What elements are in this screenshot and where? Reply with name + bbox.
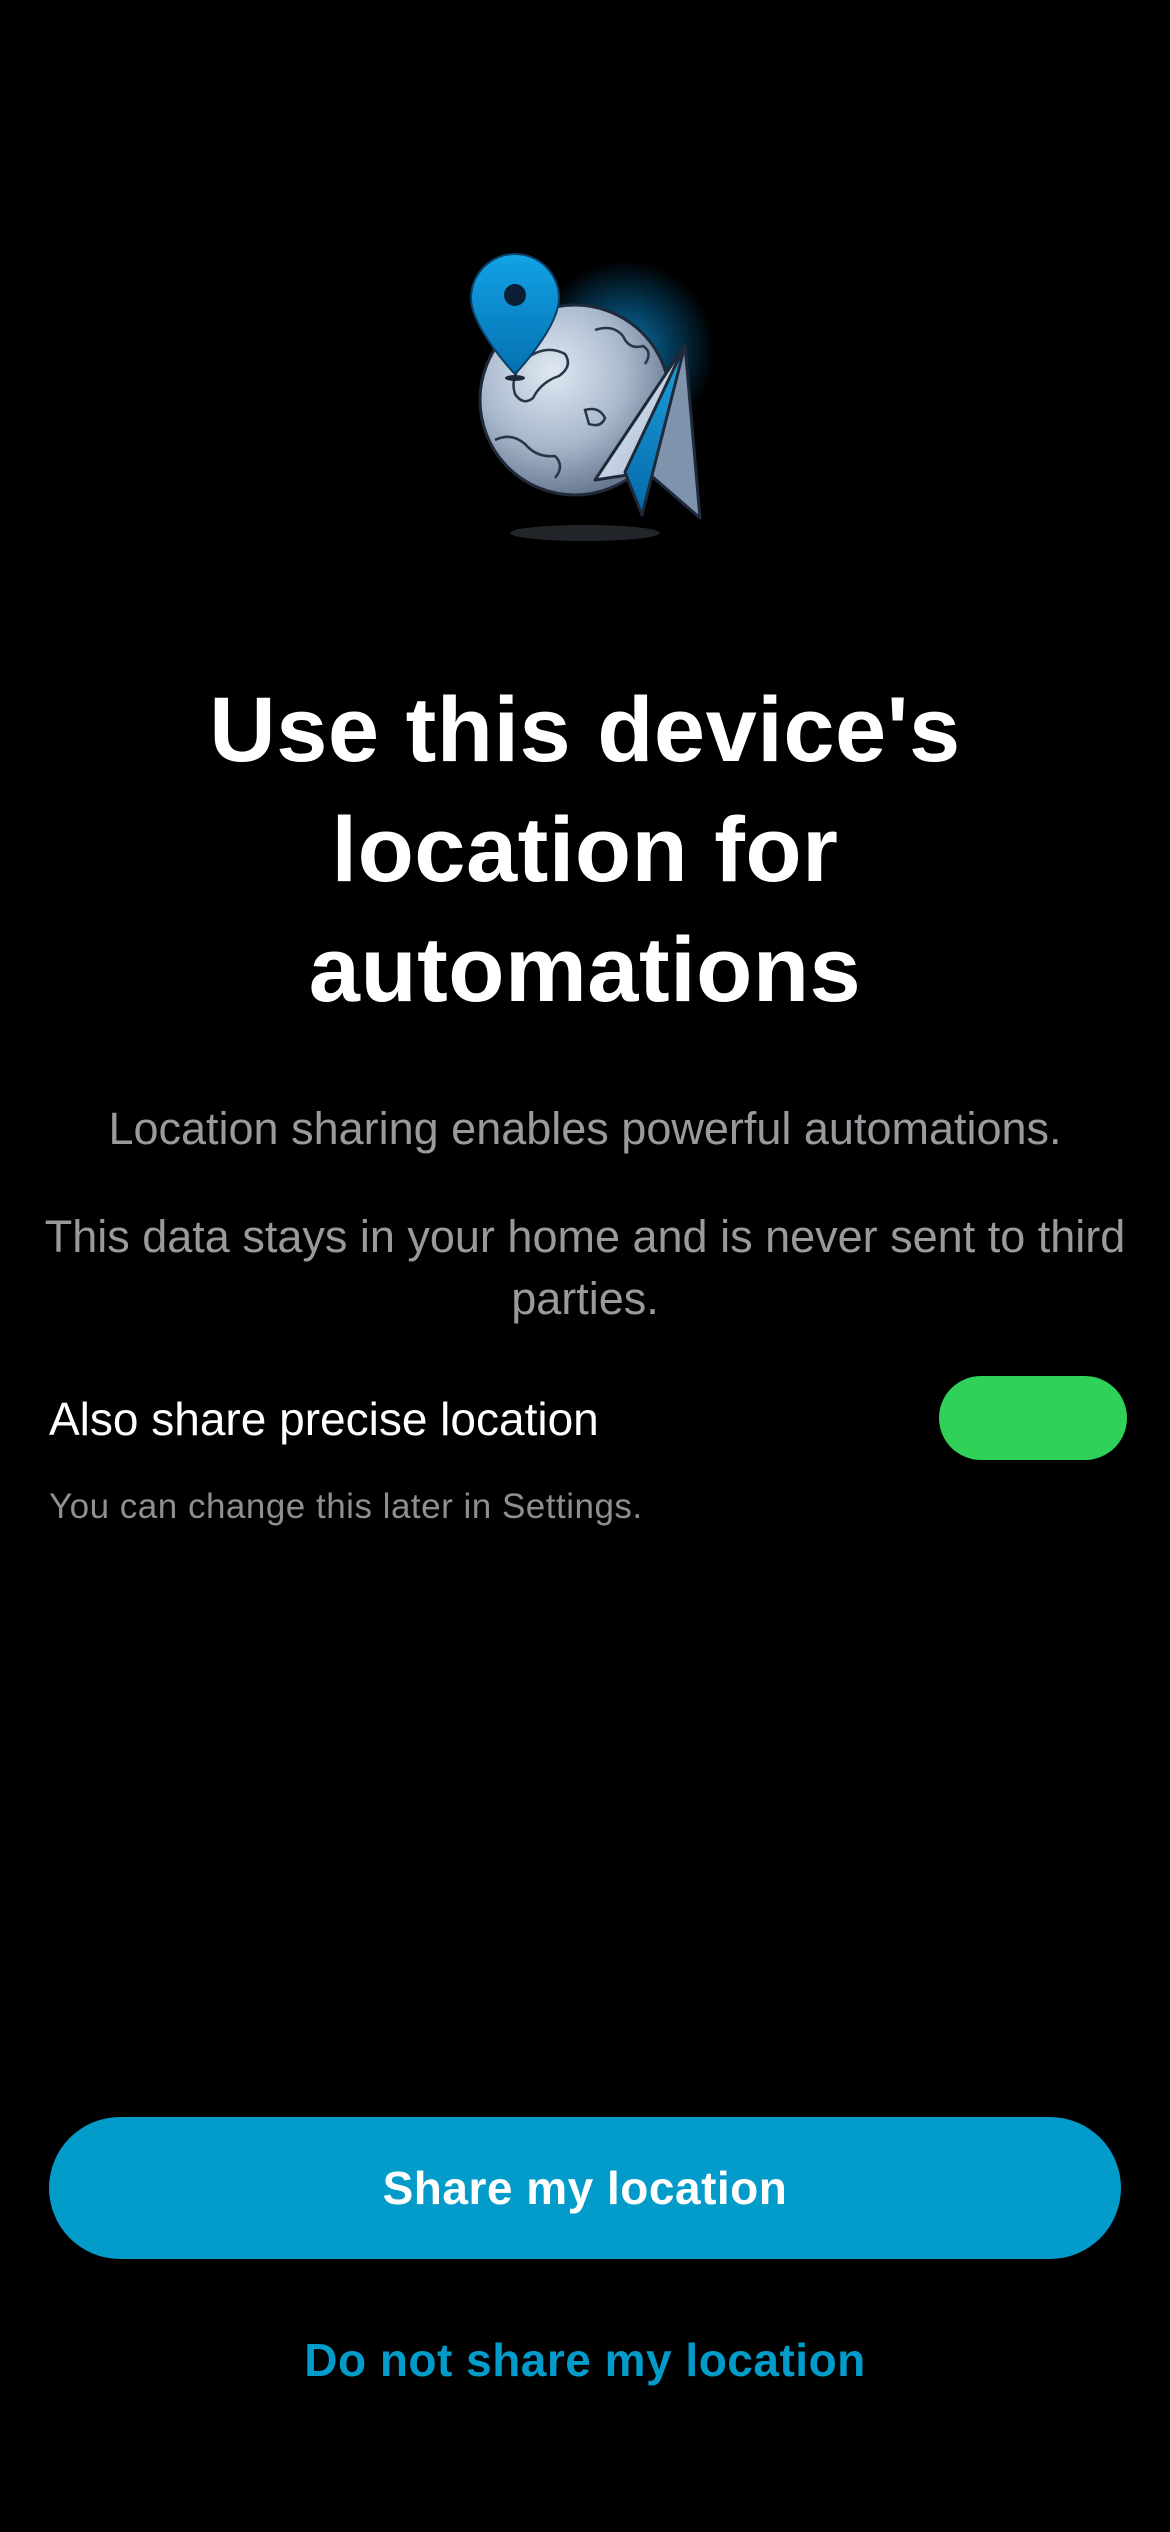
precise-location-toggle[interactable] — [939, 1376, 1127, 1460]
share-location-button[interactable]: Share my location — [49, 2117, 1121, 2259]
globe-location-paper-plane-icon — [469, 252, 715, 541]
location-hero-illustration — [435, 240, 745, 550]
precise-location-row: Also share precise location — [49, 1376, 1127, 1462]
description-primary: Location sharing enables powerful automa… — [108, 1103, 1062, 1154]
settings-hint: You can change this later in Settings. — [49, 1487, 643, 1526]
page-title: Use this device's location for automatio… — [209, 679, 961, 1021]
precise-location-label: Also share precise location — [49, 1393, 599, 1445]
decline-location-button[interactable]: Do not share my location — [200, 2320, 970, 2400]
description-privacy: This data stays in your home and is neve… — [44, 1211, 1126, 1324]
